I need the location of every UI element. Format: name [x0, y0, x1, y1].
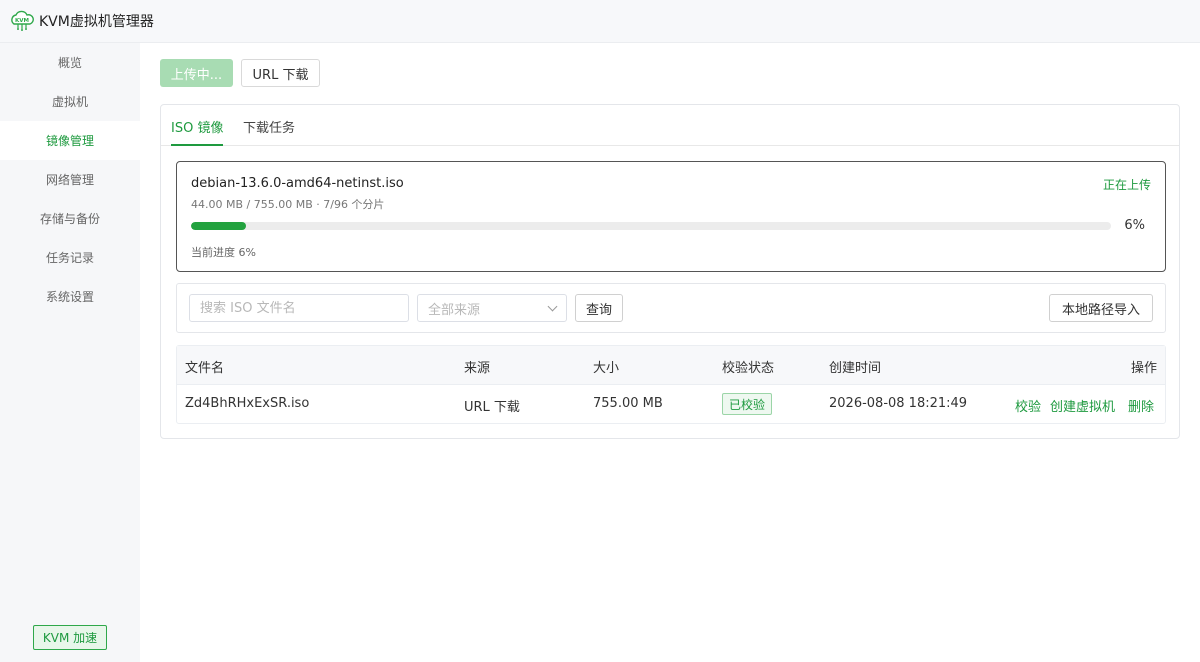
create-vm-action-link[interactable]: 创建虚拟机 [1050, 396, 1115, 415]
source-select-placeholder: 全部来源 [428, 302, 481, 318]
tab-download-tasks[interactable]: 下载任务 [243, 117, 295, 136]
sidebar-item-vms[interactable]: 虚拟机 [0, 82, 140, 121]
tab-iso-images[interactable]: ISO 镜像 [171, 117, 223, 136]
active-tab-indicator [171, 144, 223, 146]
cell-created-time: 2026-08-08 18:21:49 [829, 396, 968, 411]
header-actions: 操作 [1130, 361, 1157, 376]
cell-filename: Zd4BhRHxExSR.iso [185, 396, 310, 411]
header-filename: 文件名 [185, 361, 225, 376]
search-input[interactable] [189, 294, 409, 322]
chevron-down-icon [547, 301, 558, 312]
upload-button[interactable]: 上传中... [160, 59, 233, 87]
verify-status-badge: 已校验 [722, 393, 773, 415]
sidebar-item-settings[interactable]: 系统设置 [0, 277, 140, 316]
upload-progress-fill [191, 222, 247, 230]
url-download-button[interactable]: URL 下载 [241, 59, 320, 87]
kvm-accelerate-button[interactable]: KVM 加速 [33, 625, 107, 650]
verify-action-link[interactable]: 校验 [1015, 396, 1041, 415]
sidebar-item-overview[interactable]: 概览 [0, 43, 140, 82]
header-source: 来源 [464, 361, 491, 376]
sidebar-item-storage[interactable]: 存储与备份 [0, 199, 140, 238]
tab-bar: ISO 镜像 下载任务 [161, 105, 1179, 146]
table-header: 文件名 来源 大小 校验状态 创建时间 操作 [177, 346, 1165, 385]
title-bar: KVM KVM虚拟机管理器 [0, 0, 1200, 43]
local-import-button[interactable]: 本地路径导入 [1049, 294, 1153, 322]
upload-meta: 44.00 MB / 755.00 MB · 7/96 个分片 [191, 198, 385, 211]
filter-bar: 全部来源 查询 本地路径导入 [176, 283, 1166, 333]
app-title: KVM虚拟机管理器 [39, 14, 154, 30]
source-select[interactable]: 全部来源 [417, 294, 567, 322]
delete-action-link[interactable]: 删除 [1128, 396, 1154, 415]
upload-progress-panel: debian-13.6.0-amd64-netinst.iso 正在上传 44.… [176, 161, 1166, 272]
sidebar-item-network[interactable]: 网络管理 [0, 160, 140, 199]
main-content: 上传中... URL 下载 ISO 镜像 下载任务 debian-13.6.0-… [140, 43, 1200, 662]
upload-progress-bar [191, 222, 1111, 230]
sidebar: 概览 虚拟机 镜像管理 网络管理 存储与备份 任务记录 系统设置 KVM 加速 [0, 43, 140, 662]
kvm-logo-icon: KVM [10, 9, 34, 33]
svg-text:KVM: KVM [15, 18, 29, 24]
query-button[interactable]: 查询 [575, 294, 623, 322]
header-created-time: 创建时间 [829, 361, 882, 376]
iso-table: 文件名 来源 大小 校验状态 创建时间 操作 Zd4BhRHxExSR.iso … [176, 345, 1166, 424]
upload-percent: 6% [1124, 218, 1145, 233]
header-size: 大小 [593, 361, 620, 376]
sidebar-item-images[interactable]: 镜像管理 [0, 121, 140, 160]
upload-status: 正在上传 [1102, 178, 1151, 192]
upload-current-progress: 当前进度 6% [191, 246, 256, 259]
iso-card: ISO 镜像 下载任务 debian-13.6.0-amd64-netinst.… [160, 104, 1180, 439]
table-row: Zd4BhRHxExSR.iso URL 下载 755.00 MB 已校验 20… [177, 385, 1165, 423]
cell-source: URL 下载 [464, 400, 520, 415]
header-verify-status: 校验状态 [722, 361, 775, 376]
upload-filename: debian-13.6.0-amd64-netinst.iso [191, 176, 404, 191]
sidebar-item-tasks[interactable]: 任务记录 [0, 238, 140, 277]
cell-size: 755.00 MB [593, 396, 663, 411]
